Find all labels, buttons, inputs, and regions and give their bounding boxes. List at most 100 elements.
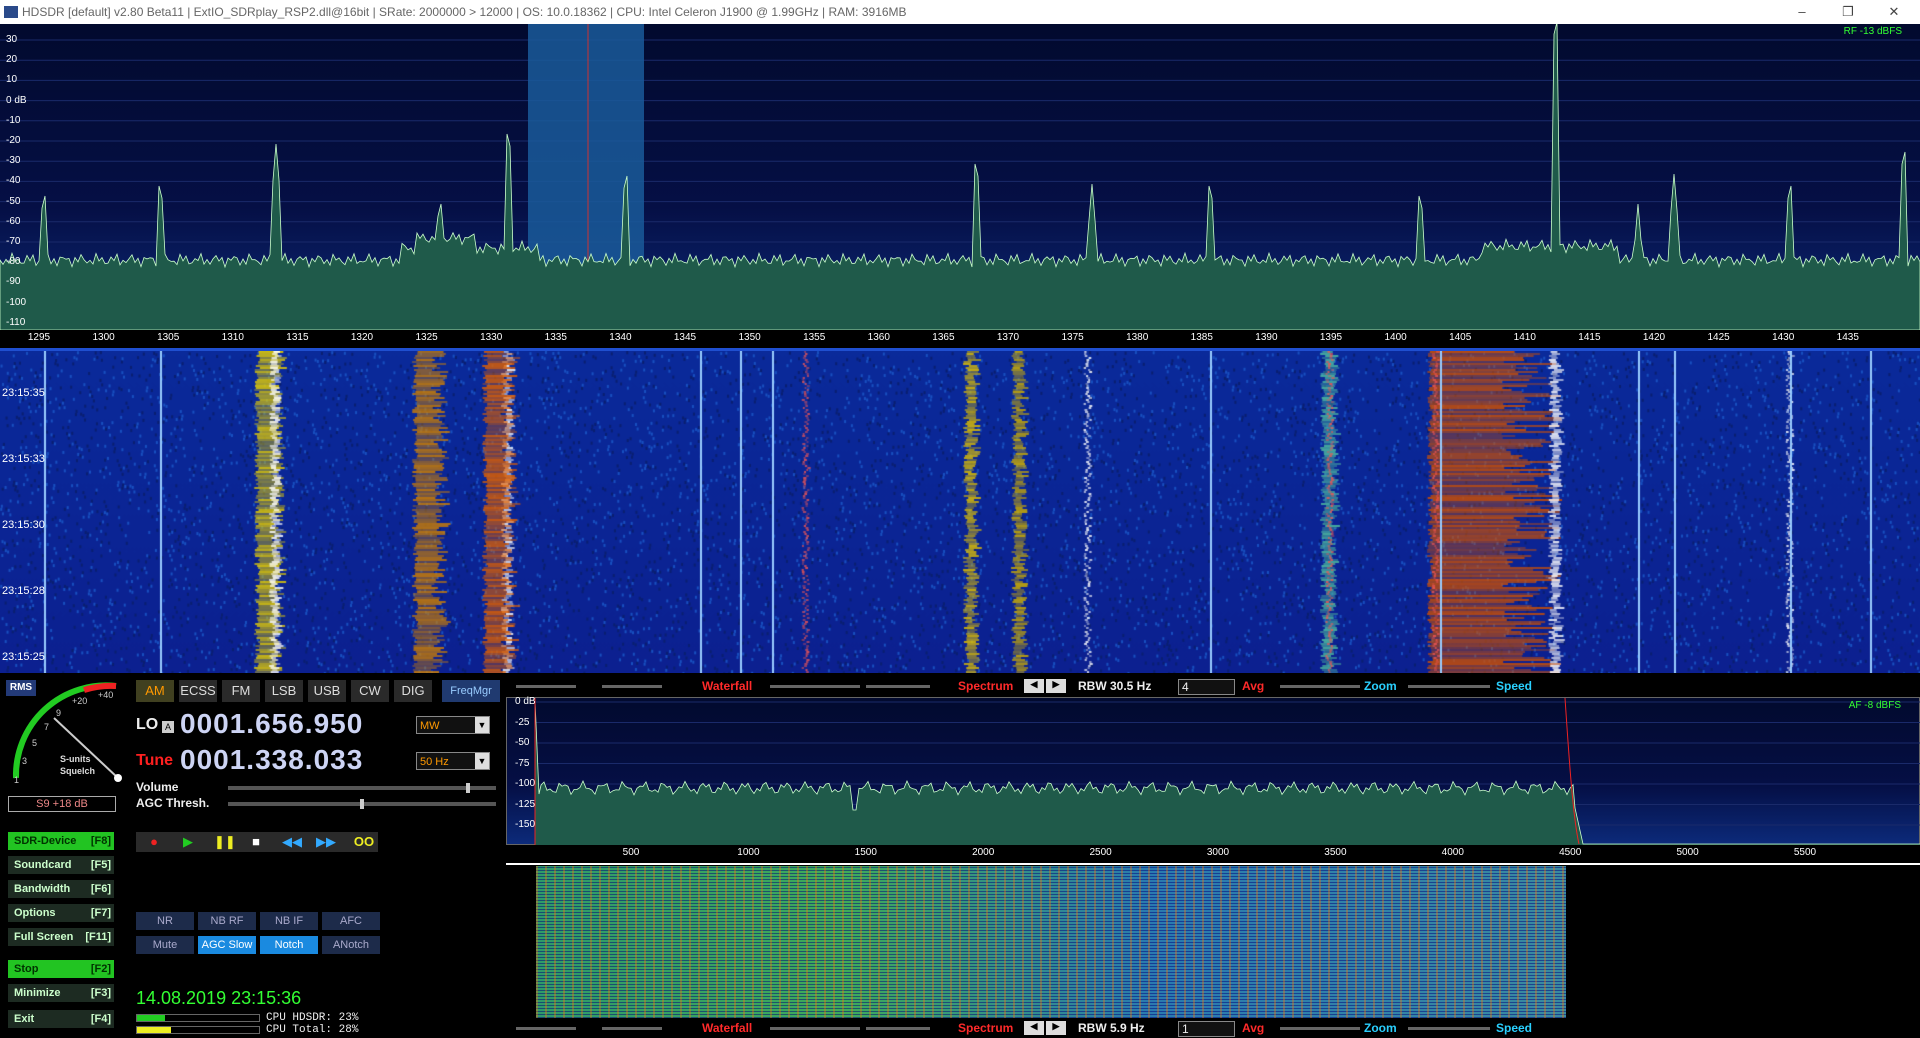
rf-freq-label: 1415: [1578, 332, 1601, 343]
rf-spectrum-display[interactable]: RF -13 dBFS 30 20 10 0 dB -10 -20 -30 -40 -50 -60…: [0, 24, 1920, 330]
minimize-window-button[interactable]: –: [1780, 0, 1824, 24]
dsp-button-notch[interactable]: Notch: [260, 936, 318, 954]
dsp-button-nb-if[interactable]: NB IF: [260, 912, 318, 930]
stop-icon[interactable]: ■: [248, 834, 264, 850]
speed-slider[interactable]: [1408, 685, 1490, 688]
rf-freq-label: 1435: [1836, 332, 1859, 343]
control-panel: RMS 1 3 5 7 9 +20 +40 S-units Squelch S9…: [0, 674, 506, 1038]
agc-threshold-slider-knob[interactable]: [360, 799, 364, 809]
s-meter-tick: +40: [98, 690, 114, 700]
dsp-button-agc-slow[interactable]: AGC Slow: [198, 936, 256, 954]
side-button-label: Soundcard: [14, 859, 72, 871]
af-waterfall-brightness-slider[interactable]: [516, 1027, 576, 1030]
af-speed-label: Speed: [1496, 1021, 1533, 1035]
rf-freq-label: 1430: [1772, 332, 1795, 343]
side-button-exit[interactable]: Exit [F4]: [8, 1010, 114, 1028]
s-meter-tick: 3: [22, 756, 28, 766]
mode-button-ecss[interactable]: ECSS: [179, 680, 217, 702]
spectrum-label: Spectrum: [958, 679, 1014, 693]
fast-forward-icon[interactable]: ▶▶: [316, 834, 336, 850]
spectrum-contrast-slider[interactable]: [866, 685, 930, 688]
zoom-label: Zoom: [1364, 679, 1397, 693]
rewind-icon[interactable]: ◀◀: [282, 834, 302, 850]
mode-button-dig[interactable]: DIG: [394, 680, 432, 702]
record-icon[interactable]: ●: [146, 834, 162, 850]
cpu-hdsdr-bar: [136, 1014, 260, 1022]
volume-slider-knob[interactable]: [465, 783, 470, 793]
freqmgr-button[interactable]: FreqMgr: [442, 680, 500, 702]
rf-freq-label: 1405: [1449, 332, 1472, 343]
side-button-bandwidth[interactable]: Bandwidth [F6]: [8, 880, 114, 898]
lo-badge[interactable]: A: [162, 721, 174, 733]
date-time-display: 14.08.2019 23:15:36: [136, 988, 302, 1008]
af-waterfall[interactable]: [506, 866, 1920, 1018]
avg-select[interactable]: 4: [1178, 679, 1235, 695]
side-button-full-screen[interactable]: Full Screen [F11]: [8, 928, 114, 946]
af-db-label: -25: [515, 716, 530, 728]
rf-freq-label: 1325: [415, 332, 438, 343]
s-meter-tick: 5: [32, 738, 38, 748]
dsp-button-anotch[interactable]: ANotch: [322, 936, 380, 954]
af-zoom-slider[interactable]: [1280, 1027, 1360, 1030]
mode-button-lsb[interactable]: LSB: [265, 680, 303, 702]
rf-time-label: 23:15:28: [2, 585, 45, 597]
tune-frequency-display[interactable]: 0001.338.033: [180, 744, 363, 776]
af-spectrum-label: Spectrum: [958, 1021, 1014, 1035]
lo-label: LO: [136, 716, 159, 733]
pause-icon[interactable]: ❚❚: [214, 834, 236, 850]
af-freq-label: 5500: [1793, 847, 1817, 858]
waterfall-brightness-slider[interactable]: [516, 685, 576, 688]
band-select[interactable]: MW ▼: [416, 716, 490, 734]
rf-waterfall-canvas: [0, 351, 1920, 673]
af-waterfall-contrast-slider[interactable]: [602, 1027, 662, 1030]
waterfall-contrast-slider[interactable]: [602, 685, 662, 688]
step-select-value: 50 Hz: [420, 756, 449, 768]
af-frequency-scale[interactable]: 500 1000 1500 2000 2500 3000 3500 4000 4500 5000 5…: [506, 845, 1920, 865]
mode-button-cw[interactable]: CW: [351, 680, 389, 702]
rf-frequency-scale[interactable]: 1295 1300 1305 1310 1315 1320 1325 1330 1335 1340…: [0, 330, 1920, 351]
af-spectrum-brightness-slider[interactable]: [770, 1027, 860, 1030]
dsp-button-nb-rf[interactable]: NB RF: [198, 912, 256, 930]
af-freq-label: 1500: [854, 847, 877, 858]
avg-select-value: 4: [1182, 680, 1189, 694]
af-avg-select[interactable]: 1: [1178, 1021, 1235, 1037]
dsp-button-afc[interactable]: AFC: [322, 912, 380, 930]
rbw-increase-button[interactable]: ▶: [1046, 679, 1066, 693]
rf-freq-label: 1400: [1384, 332, 1407, 343]
rms-button[interactable]: RMS: [6, 680, 36, 696]
zoom-slider[interactable]: [1280, 685, 1360, 688]
dsp-button-mute[interactable]: Mute: [136, 936, 194, 954]
play-icon[interactable]: ▶: [180, 834, 196, 850]
side-button-minimize[interactable]: Minimize [F3]: [8, 984, 114, 1002]
transport-controls: ● ▶ ❚❚ ■ ◀◀ ▶▶ OO: [136, 832, 378, 852]
rbw-decrease-button[interactable]: ◀: [1024, 679, 1044, 693]
af-rbw-readout: RBW 5.9 Hz: [1078, 1021, 1145, 1035]
loop-icon[interactable]: OO: [350, 834, 378, 850]
rf-db-label: -40: [6, 175, 21, 187]
side-button-shortcut: [F3]: [90, 987, 111, 999]
af-speed-slider[interactable]: [1408, 1027, 1490, 1030]
mode-button-am[interactable]: AM: [136, 680, 174, 702]
step-select[interactable]: 50 Hz ▼: [416, 752, 490, 770]
restore-window-button[interactable]: ❐: [1826, 0, 1870, 24]
app-icon: [4, 6, 18, 18]
rf-db-label: -80: [6, 256, 21, 268]
af-spectrum-display[interactable]: AF -8 dBFS 0 dB -25 -50 -75 -100 -125 -150: [506, 696, 1920, 846]
rf-waterfall[interactable]: 23:15:35 23:15:33 23:15:30 23:15:28 23:15:25: [0, 351, 1920, 673]
side-button-soundcard[interactable]: Soundcard [F5]: [8, 856, 114, 874]
spectrum-brightness-slider[interactable]: [770, 685, 860, 688]
side-button-options[interactable]: Options [F7]: [8, 904, 114, 922]
side-button-stop[interactable]: Stop [F2]: [8, 960, 114, 978]
lo-frequency-display[interactable]: 0001.656.950: [180, 708, 363, 740]
side-button-sdr-device[interactable]: SDR-Device [F8]: [8, 832, 114, 850]
af-rbw-decrease-button[interactable]: ◀: [1024, 1021, 1044, 1035]
close-window-button[interactable]: ✕: [1872, 0, 1916, 24]
mode-button-fm[interactable]: FM: [222, 680, 260, 702]
side-button-label: Options: [14, 907, 56, 919]
volume-slider[interactable]: [228, 783, 496, 793]
af-rbw-increase-button[interactable]: ▶: [1046, 1021, 1066, 1035]
agc-threshold-slider[interactable]: [228, 799, 496, 809]
af-spectrum-contrast-slider[interactable]: [866, 1027, 930, 1030]
mode-button-usb[interactable]: USB: [308, 680, 346, 702]
dsp-button-nr[interactable]: NR: [136, 912, 194, 930]
